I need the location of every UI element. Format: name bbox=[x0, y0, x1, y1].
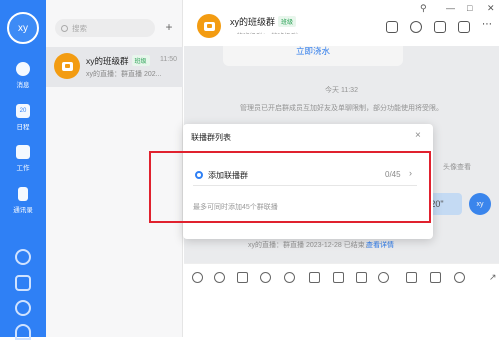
more-icon[interactable]: ⋯ bbox=[482, 19, 494, 31]
chat-title: xy的班级群 班级 bbox=[230, 15, 297, 28]
nav-item-messages[interactable]: 消息 bbox=[0, 62, 46, 94]
gif-icon[interactable] bbox=[192, 272, 203, 283]
pin-icon[interactable]: ⚲ bbox=[420, 3, 427, 14]
history-icon[interactable] bbox=[410, 21, 422, 33]
expand-icon[interactable]: ↗ bbox=[489, 272, 497, 283]
phone-icon[interactable] bbox=[15, 300, 31, 316]
group-logo-icon bbox=[197, 14, 221, 38]
calendar-icon[interactable] bbox=[434, 21, 446, 33]
more-tools-icon[interactable] bbox=[430, 272, 441, 283]
cloud-icon[interactable] bbox=[15, 324, 31, 340]
video-icon[interactable] bbox=[356, 272, 367, 283]
nav-item-label: 通讯录 bbox=[13, 207, 33, 214]
add-button[interactable]: + bbox=[161, 19, 177, 35]
folder-icon[interactable] bbox=[309, 272, 320, 283]
close-icon[interactable]: × bbox=[415, 130, 421, 141]
group-tag: 班级 bbox=[278, 16, 297, 27]
nav-item-contacts[interactable]: 通讯录 bbox=[0, 187, 46, 219]
maximize-button[interactable]: □ bbox=[467, 3, 472, 13]
nav-item-label: 消息 bbox=[16, 82, 30, 89]
more-icon[interactable] bbox=[454, 272, 465, 283]
document-icon[interactable] bbox=[333, 272, 344, 283]
nav-item-work[interactable]: 工作 bbox=[0, 145, 46, 177]
live-stream-icon[interactable] bbox=[406, 272, 417, 283]
group-logo-icon bbox=[54, 53, 80, 79]
grid-icon bbox=[16, 145, 30, 159]
emoji-icon[interactable] bbox=[214, 272, 225, 283]
group-tag: 班级 bbox=[131, 55, 150, 66]
lightning-icon[interactable] bbox=[15, 249, 31, 265]
conversation-name: xy的班级群 班级 bbox=[86, 55, 150, 67]
nav-item-label: 日程 bbox=[16, 124, 30, 131]
mention-icon[interactable] bbox=[284, 272, 295, 283]
phone-icon[interactable] bbox=[378, 272, 389, 283]
search-placeholder: 搜索 bbox=[72, 23, 87, 33]
conversation-time: 11:50 bbox=[160, 56, 177, 63]
nav-item-label: 工作 bbox=[16, 165, 30, 172]
search-input[interactable]: 搜索 bbox=[55, 19, 155, 37]
close-button[interactable]: ✕ bbox=[487, 3, 495, 14]
conversation-preview: xy的直播：群直播 202... bbox=[86, 71, 162, 78]
like-icon[interactable] bbox=[237, 272, 248, 283]
chat-bubble-icon bbox=[16, 62, 30, 76]
user-avatar[interactable]: xy bbox=[7, 12, 39, 44]
search-icon bbox=[61, 24, 68, 32]
contacts-icon bbox=[18, 187, 28, 201]
nav-item-calendar[interactable]: 20 日程 bbox=[0, 104, 46, 136]
announcement-icon[interactable] bbox=[386, 21, 398, 33]
highlight-annotation-box bbox=[149, 151, 431, 223]
live-icon[interactable] bbox=[458, 21, 470, 33]
minimize-button[interactable]: — bbox=[446, 3, 455, 13]
calendar-icon: 20 bbox=[16, 104, 30, 118]
scissors-icon[interactable] bbox=[260, 272, 271, 283]
dialog-title: 联播群列表 bbox=[191, 133, 231, 142]
cube-icon[interactable] bbox=[15, 275, 31, 291]
